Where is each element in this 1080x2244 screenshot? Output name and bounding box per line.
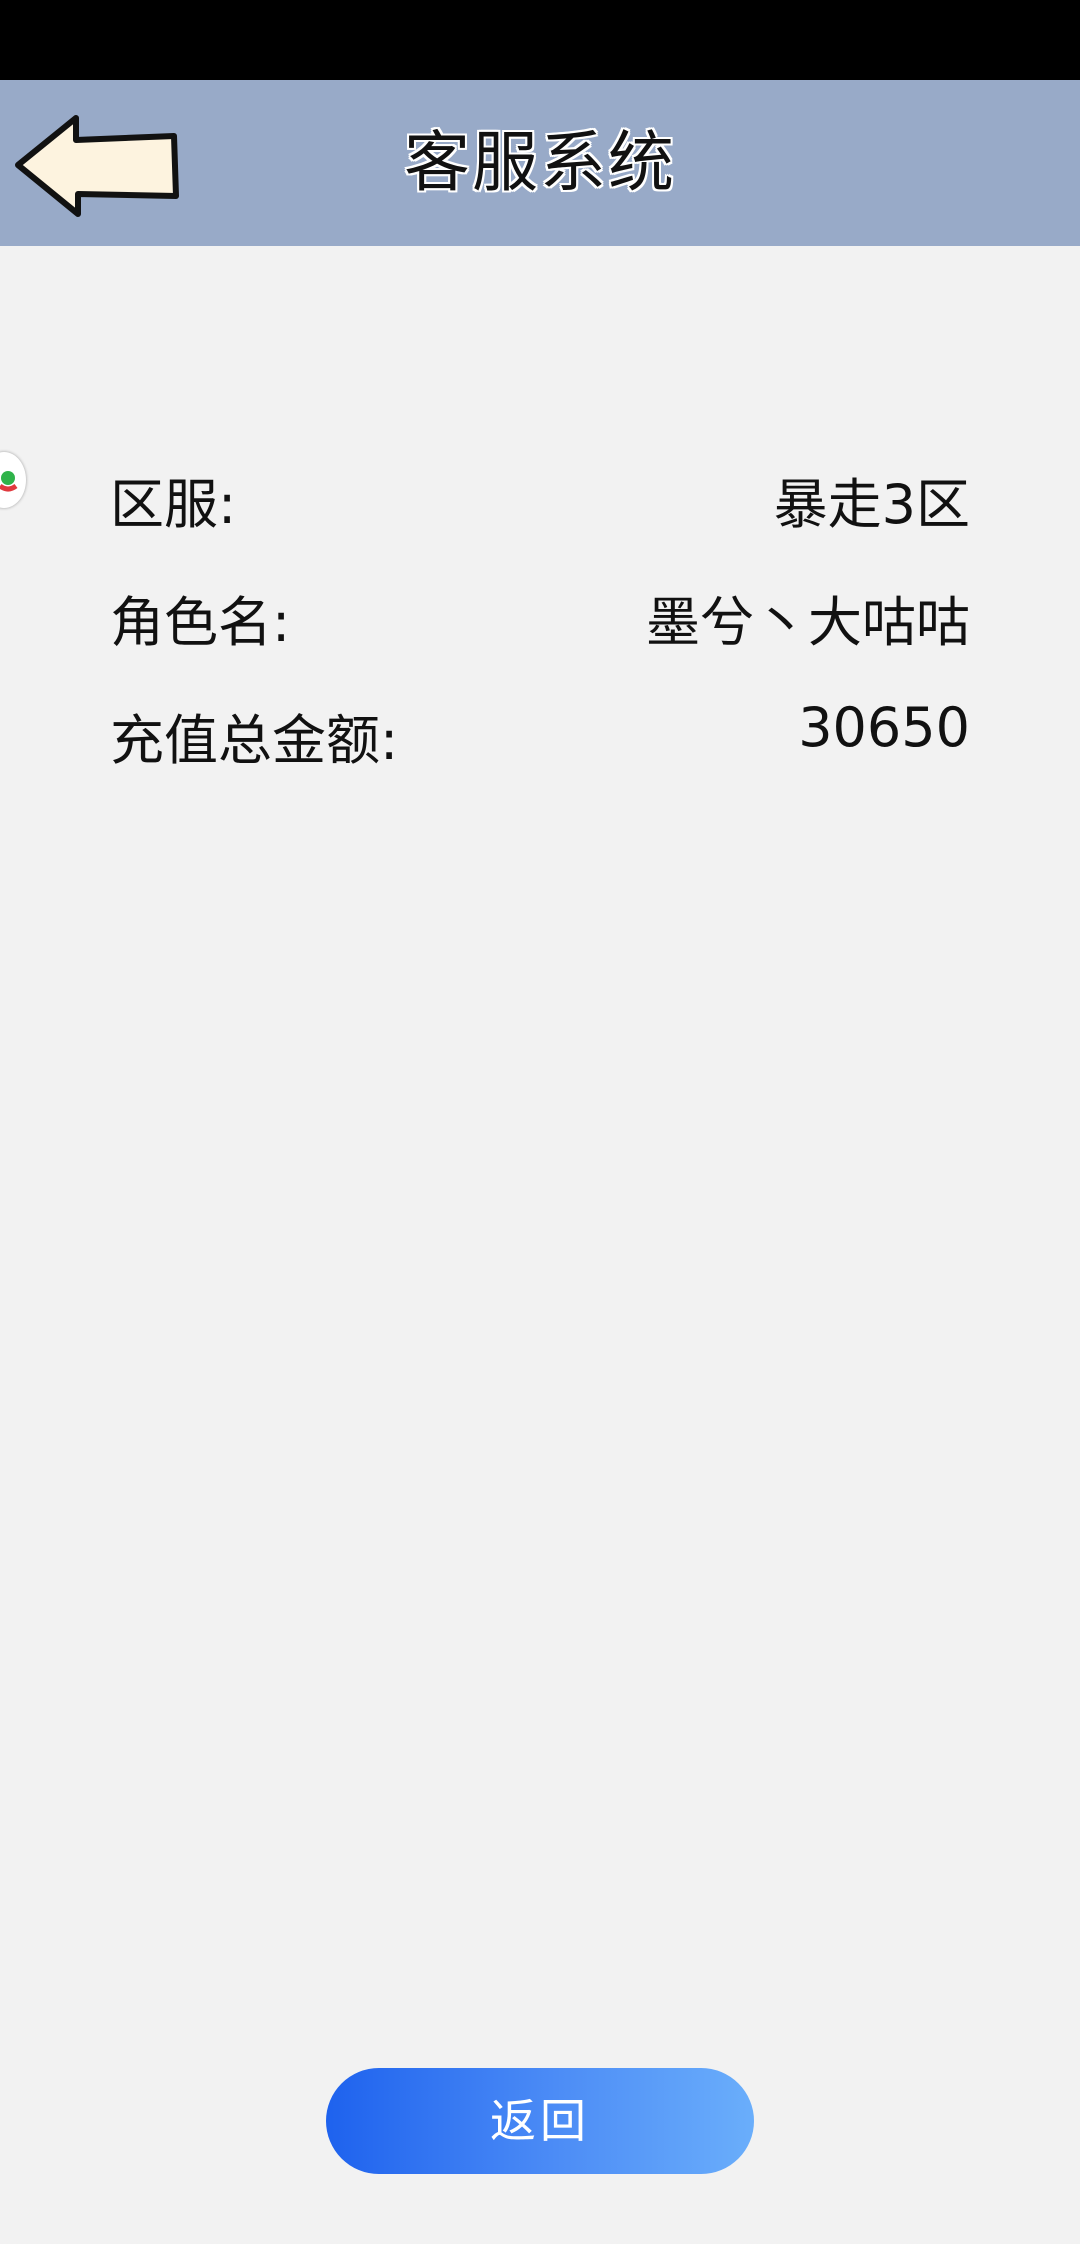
recharge-total-value: 30650: [798, 696, 970, 759]
status-bar: [0, 0, 1080, 80]
role-name-label: 角色名:: [110, 591, 291, 654]
account-info: 区服: 暴走3区 角色名: 墨兮丶大咕咕 充值总金额: 30650: [110, 430, 970, 784]
server-label: 区服:: [110, 473, 237, 536]
return-button[interactable]: 返回: [326, 2068, 754, 2174]
floating-assistant-icon[interactable]: [0, 452, 26, 508]
info-row-role: 角色名: 墨兮丶大咕咕: [110, 548, 970, 666]
page-title: 客服系统: [404, 124, 676, 201]
info-row-server: 区服: 暴走3区: [110, 430, 970, 548]
server-value: 暴走3区: [773, 473, 970, 536]
info-row-recharge: 充值总金额: 30650: [110, 666, 970, 784]
role-name-value: 墨兮丶大咕咕: [646, 591, 970, 654]
recharge-total-label: 充值总金额:: [110, 709, 399, 772]
header-bar: 客服系统: [0, 80, 1080, 246]
